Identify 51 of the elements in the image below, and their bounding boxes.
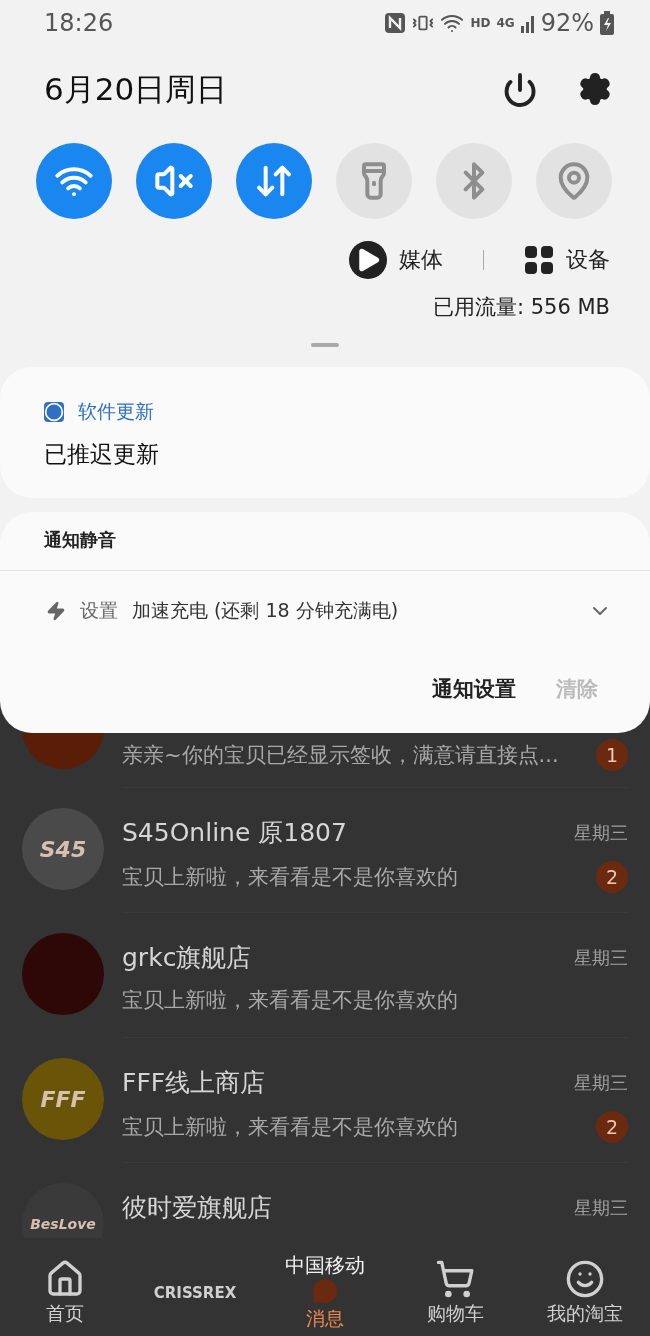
chat-icon — [312, 1278, 338, 1304]
shop-name: 彼时爱旗舰店 — [122, 1192, 272, 1224]
message-time: 星期三 — [574, 945, 628, 970]
section-title: 通知静音 — [0, 512, 650, 571]
battery-percent: 92% — [540, 8, 594, 37]
carrier-name: 中国移动 — [285, 1252, 365, 1279]
nav-tab[interactable]: 我的淘宝 — [520, 1250, 650, 1336]
date-text: 6月20日周日 — [44, 70, 228, 109]
network-type: 4G — [496, 15, 515, 30]
nav-tab[interactable]: CRISSREX — [130, 1250, 260, 1336]
logo-text: CRISSREX — [153, 1284, 237, 1302]
message-preview: 宝贝上新啦，来看看是不是你喜欢的 — [122, 864, 458, 891]
smile-icon — [565, 1259, 605, 1299]
unread-count: 2 — [596, 1111, 628, 1143]
message-preview: 宝贝上新啦，来看看是不是你喜欢的 — [122, 987, 458, 1014]
home-icon — [45, 1259, 85, 1299]
drag-handle[interactable] — [311, 343, 339, 347]
power-button[interactable] — [502, 72, 538, 108]
cart-icon — [435, 1259, 475, 1299]
message-time: 星期三 — [574, 820, 628, 845]
notification-card[interactable]: 软件更新 已推迟更新 — [0, 367, 650, 498]
nav-tab[interactable]: 购物车 — [390, 1250, 520, 1336]
shop-name: FFF线上商店 — [122, 1067, 266, 1099]
hd-label: HD — [470, 15, 491, 30]
settings-button[interactable] — [578, 72, 612, 108]
battery-icon — [600, 10, 614, 35]
app-name: 软件更新 — [78, 399, 154, 424]
devices-button[interactable]: 设备 — [524, 245, 610, 275]
shop-name: grkc旗舰店 — [122, 942, 252, 974]
nav-tab[interactable]: 首页 — [0, 1250, 130, 1336]
unread-count: 2 — [596, 861, 628, 893]
message-time: 星期三 — [574, 1195, 628, 1220]
logo-text: S45 — [39, 836, 87, 862]
notification-text: 已推迟更新 — [43, 440, 160, 469]
action-button[interactable]: 通知设置 — [432, 675, 516, 703]
notification-text: 加速充电 (还剩 18 分钟充满电) — [132, 598, 400, 623]
play-icon — [349, 241, 387, 279]
message-preview: 亲亲~你的宝贝已经显示签收，满意请直接点... — [122, 742, 559, 769]
app-name: 设置 — [80, 598, 118, 623]
logo-text: FFF — [40, 1086, 86, 1112]
logo-text: BesLove — [30, 1216, 96, 1232]
media-button[interactable]: 媒体 — [349, 241, 443, 279]
grid-icon — [524, 245, 554, 275]
shop-name: S45Online 原1807 — [122, 817, 347, 849]
message-time: 星期三 — [574, 1070, 628, 1095]
data-usage-text: 已用流量: 556 MB — [431, 294, 611, 321]
unread-count: 1 — [596, 739, 628, 771]
nfc-icon — [384, 11, 407, 34]
clock-time: 18:26 — [44, 8, 114, 37]
bolt-icon — [46, 601, 66, 621]
message-preview: 宝贝上新啦，来看看是不是你喜欢的 — [122, 1114, 458, 1141]
